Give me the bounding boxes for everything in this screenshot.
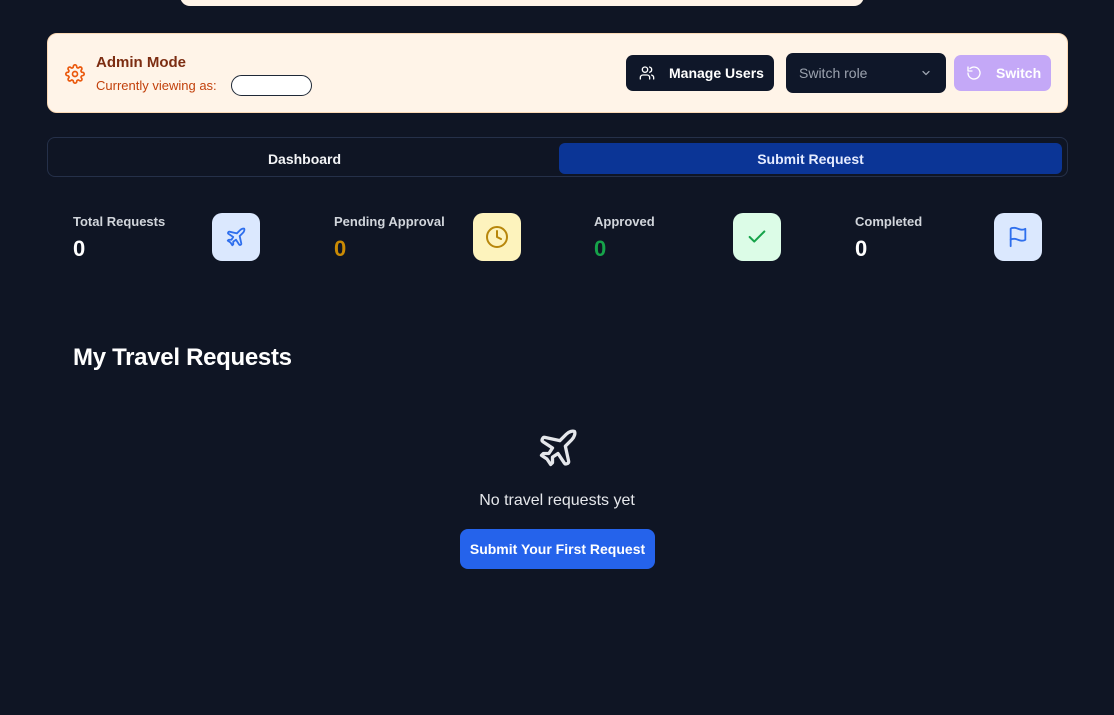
tab-bar: Dashboard Submit Request <box>47 137 1068 177</box>
switch-button[interactable]: Switch <box>954 55 1051 91</box>
stat-pending-approval: Pending Approval 0 <box>334 212 534 264</box>
stat-value: 0 <box>855 236 868 261</box>
section-title: My Travel Requests <box>73 344 292 371</box>
stat-total-requests: Total Requests 0 <box>73 212 273 264</box>
gear-icon <box>65 64 85 84</box>
manage-users-label: Manage Users <box>669 65 764 81</box>
users-icon <box>639 66 655 80</box>
admin-mode-bar: Admin Mode Currently viewing as: Manage … <box>47 33 1068 113</box>
refresh-icon <box>967 66 981 80</box>
clock-icon <box>486 226 508 248</box>
flag-icon <box>1009 226 1027 248</box>
plane-icon <box>226 227 246 247</box>
switch-label: Switch <box>996 65 1042 81</box>
stat-label: Completed <box>855 214 923 229</box>
stat-icon-tile <box>733 213 781 261</box>
plane-icon <box>539 429 577 467</box>
stat-icon-tile <box>994 213 1042 261</box>
empty-state-text: No travel requests yet <box>479 492 635 509</box>
stat-label: Total Requests <box>73 214 166 229</box>
stat-icon-tile <box>473 213 521 261</box>
check-icon <box>748 230 766 243</box>
top-panel-edge <box>180 0 864 6</box>
switch-role-select[interactable]: Switch role <box>786 53 946 93</box>
viewing-as-label: Currently viewing as: <box>96 78 217 93</box>
stat-label: Pending Approval <box>334 214 445 229</box>
stat-completed: Completed 0 <box>855 212 1055 264</box>
stat-value: 0 <box>73 236 86 261</box>
tab-dashboard[interactable]: Dashboard <box>53 143 556 174</box>
chevron-down-icon <box>922 70 930 76</box>
stat-value: 0 <box>594 236 607 261</box>
stat-icon-tile <box>212 213 260 261</box>
submit-first-request-button[interactable]: Submit Your First Request <box>460 529 655 569</box>
stat-approved: Approved 0 <box>594 212 794 264</box>
tab-submit-request[interactable]: Submit Request <box>559 143 1062 174</box>
current-role-badge <box>231 75 312 96</box>
manage-users-button[interactable]: Manage Users <box>626 55 774 91</box>
stat-label: Approved <box>594 214 655 229</box>
switch-role-placeholder: Switch role <box>799 65 868 81</box>
admin-mode-title: Admin Mode <box>96 54 186 71</box>
stat-value: 0 <box>334 236 347 261</box>
